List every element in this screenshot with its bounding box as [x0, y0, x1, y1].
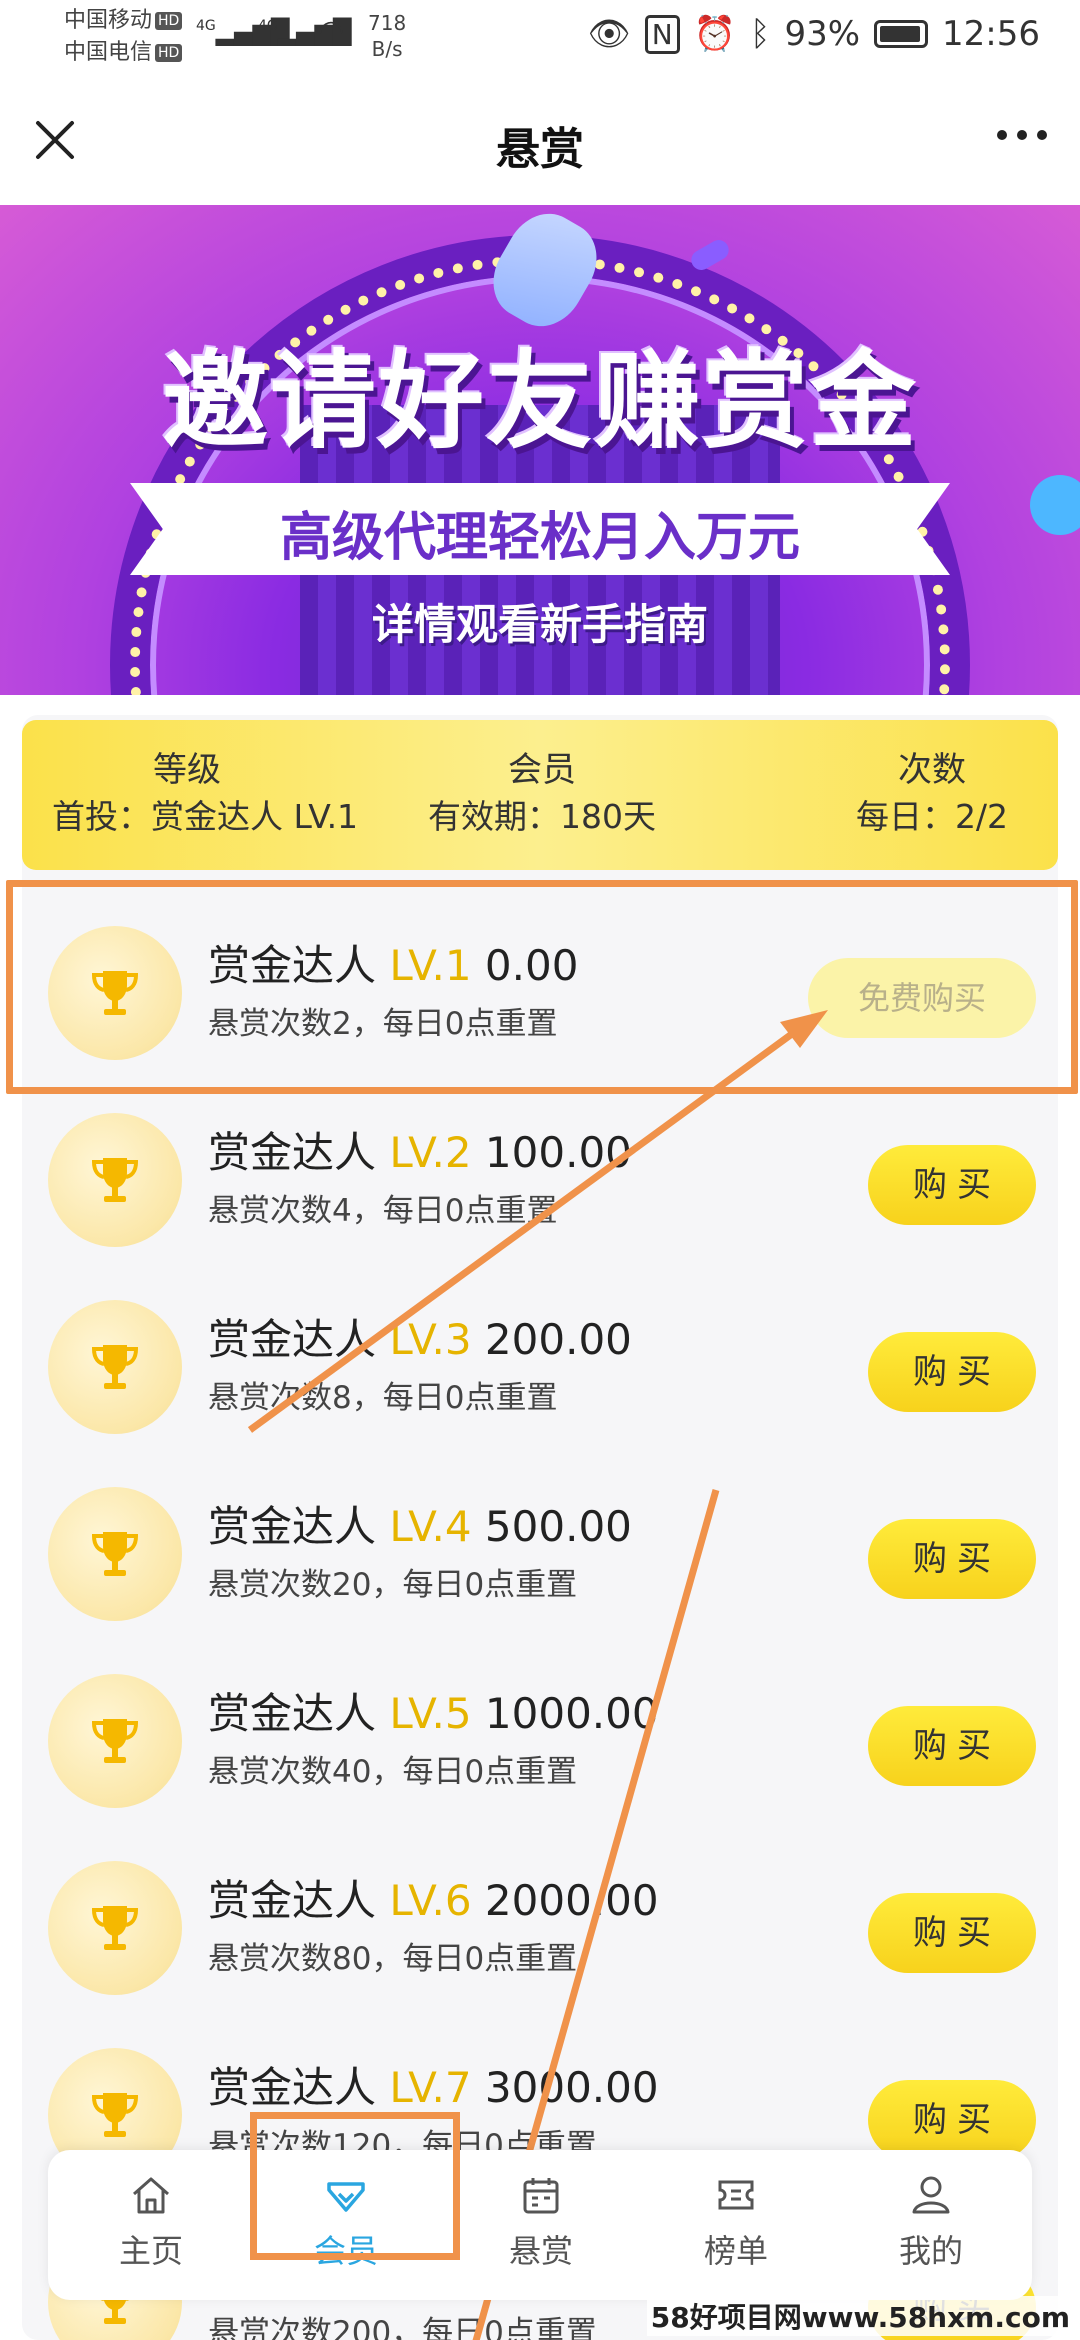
tab-home[interactable]: 主页	[56, 2170, 246, 2290]
bottom-tab-bar: 主页 会员 悬赏 榜单 我的	[48, 2150, 1032, 2300]
tab-home-label: 主页	[118, 2232, 183, 2270]
home-icon	[133, 2177, 169, 2214]
tab-ranking-label: 榜单	[703, 2232, 768, 2270]
user-icon	[912, 2176, 950, 2214]
annotation-arrow	[247, 1025, 803, 1433]
ticket-icon	[718, 2180, 754, 2210]
tab-ranking[interactable]: 榜单	[641, 2170, 831, 2290]
annotation-arrows	[247, 1010, 828, 2340]
calendar-icon	[523, 2178, 559, 2214]
tab-mine[interactable]: 我的	[836, 2170, 1026, 2290]
tab-mine-label: 我的	[898, 2232, 963, 2270]
annotation-tab-highlight	[250, 2112, 460, 2260]
tab-reward[interactable]: 悬赏	[446, 2170, 636, 2290]
tab-reward-label: 悬赏	[508, 2232, 573, 2270]
watermark: 58好项目网www.58hxm.com	[646, 2296, 1074, 2336]
annotation-arrowhead	[780, 1010, 828, 1048]
